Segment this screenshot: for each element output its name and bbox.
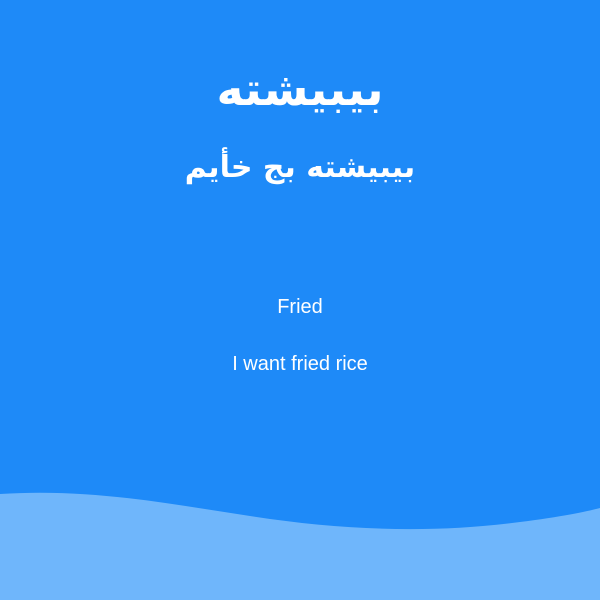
- fried-label: Fried: [277, 296, 323, 318]
- page-title: بيبيشته: [216, 62, 384, 116]
- bottom-wave-decoration: [0, 492, 600, 600]
- page-subtitle: بيبيشته بج خأيم: [184, 150, 416, 185]
- fried-rice-text: I want fried rice: [232, 353, 368, 375]
- screen: بيبيشته بيبيشته بج خأيم Fried I want fri…: [0, 0, 600, 600]
